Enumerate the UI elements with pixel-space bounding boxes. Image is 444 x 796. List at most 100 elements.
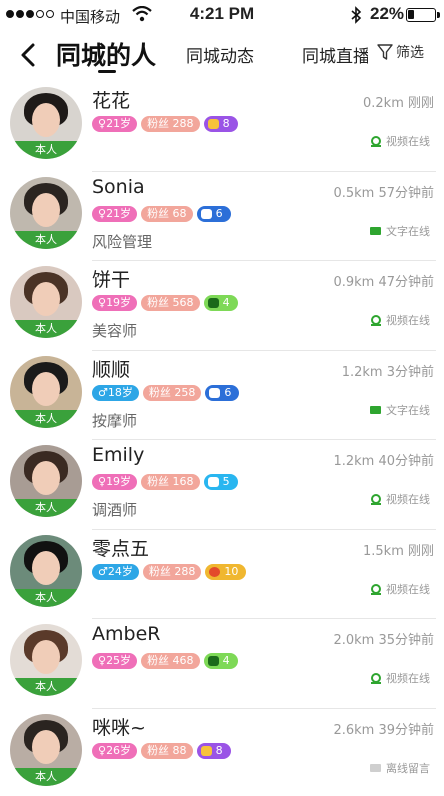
message-icon: [370, 226, 381, 235]
distance-time: 0.5km 57分钟前: [333, 185, 434, 201]
online-status: 文字在线: [370, 223, 430, 239]
battery-icon: [406, 8, 440, 22]
male-icon: ♂: [98, 564, 108, 578]
user-badges: ♀21岁 粉丝 288 8: [92, 116, 238, 132]
online-status: 文字在线: [370, 402, 430, 418]
age-badge: ♀21岁: [92, 116, 138, 132]
user-name: 花花: [92, 90, 131, 112]
user-row[interactable]: 本人 咪咪~ ♀26岁 粉丝 88 8 2.6km 39分钟前 离线留言: [0, 709, 444, 796]
tab-nearby-people[interactable]: 同城的人: [56, 36, 156, 72]
user-row[interactable]: 本人 顺顺 ♂18岁 粉丝 258 6 按摩师 1.2km 3分钟前 文字在线: [0, 351, 444, 440]
avatar[interactable]: 本人: [10, 266, 82, 338]
avatar[interactable]: 本人: [10, 713, 82, 786]
user-badges: ♀19岁 粉丝 568 4: [92, 295, 238, 311]
user-row[interactable]: 本人 AmbeR ♀25岁 粉丝 468 4 2.0km 35分钟前 视频在线: [0, 619, 444, 709]
filter-label: 筛选: [396, 45, 424, 61]
fans-badge: 粉丝 168: [141, 474, 200, 490]
level-badge: 6: [205, 384, 240, 401]
female-icon: ♀: [98, 743, 107, 757]
age-badge: ♀19岁: [92, 295, 138, 311]
user-name: Sonia: [92, 175, 145, 198]
female-icon: ♀: [98, 117, 107, 130]
user-row[interactable]: 本人 Sonia ♀21岁 粉丝 68 6 风险管理 0.5km 57分钟前 文…: [0, 172, 444, 261]
active-tab-indicator: [98, 70, 116, 73]
online-status: 视频在线: [371, 581, 430, 597]
distance-time: 2.6km 39分钟前: [333, 722, 434, 738]
online-status-label: 视频在线: [386, 314, 430, 327]
female-icon: ♀: [98, 206, 107, 220]
video-online-icon: [371, 136, 381, 147]
level-badge: 4: [203, 295, 238, 311]
avatar[interactable]: 本人: [10, 87, 82, 159]
gem-icon: [209, 566, 221, 577]
self-tag: 本人: [10, 678, 82, 696]
user-row[interactable]: 本人 Emily ♀19岁 粉丝 168 5 调酒师 1.2km 40分钟前 视…: [0, 440, 444, 530]
gem-icon: [207, 656, 219, 666]
online-status-label: 视频在线: [386, 493, 430, 506]
level-badge: 4: [203, 653, 238, 669]
age-badge: ♀26岁: [92, 742, 138, 759]
tab-nearby-live[interactable]: 同城直播: [302, 42, 368, 67]
self-tag: 本人: [10, 588, 82, 607]
male-icon: ♂: [98, 385, 108, 399]
user-row[interactable]: 本人 饼干 ♀19岁 粉丝 568 4 美容师 0.9km 47分钟前 视频在线: [0, 261, 444, 351]
distance-time: 0.9km 47分钟前: [333, 275, 434, 290]
user-row[interactable]: 本人 花花 ♀21岁 粉丝 288 8 0.2km 刚刚 视频在线: [0, 82, 444, 172]
level-badge: 8: [203, 116, 238, 132]
user-badges: ♂18岁 粉丝 258 6: [92, 384, 240, 401]
bluetooth-icon: [351, 6, 362, 24]
distance-time: 2.0km 35分钟前: [333, 633, 434, 648]
fans-badge: 粉丝 68: [141, 205, 193, 222]
top-nav: 同城的人 同城动态 同城直播 筛选: [0, 30, 444, 82]
user-badges: ♂24岁 粉丝 288 10: [92, 563, 247, 580]
user-row[interactable]: 本人 零点五 ♂24岁 粉丝 288 10 1.5km 刚刚 视频在线: [0, 530, 444, 619]
online-status-label: 视频在线: [386, 672, 430, 685]
online-status: 视频在线: [371, 491, 430, 507]
fans-badge: 粉丝 258: [142, 384, 202, 401]
user-name: 零点五: [92, 537, 150, 560]
online-status: 视频在线: [371, 670, 430, 686]
user-name: 咪咪~: [92, 716, 146, 739]
avatar[interactable]: 本人: [10, 534, 82, 607]
user-name: AmbeR: [92, 623, 161, 645]
gem-icon: [200, 208, 212, 219]
female-icon: ♀: [98, 654, 107, 667]
user-badges: ♀19岁 粉丝 168 5: [92, 474, 238, 490]
user-job: 风险管理: [92, 232, 153, 251]
distance-time: 1.5km 刚刚: [363, 543, 434, 559]
filter-icon: [377, 44, 393, 60]
self-tag: 本人: [10, 409, 82, 428]
online-status: 视频在线: [371, 312, 430, 328]
user-name: 饼干: [92, 269, 131, 291]
online-status: 离线留言: [370, 760, 430, 776]
fans-badge: 粉丝 568: [141, 295, 200, 311]
avatar[interactable]: 本人: [10, 445, 82, 517]
fans-badge: 粉丝 88: [141, 742, 193, 759]
self-tag: 本人: [10, 499, 82, 517]
video-online-icon: [371, 673, 381, 684]
filter-button[interactable]: 筛选: [376, 42, 424, 62]
avatar[interactable]: 本人: [10, 176, 82, 249]
user-job: 按摩师: [92, 411, 138, 430]
self-tag: 本人: [10, 141, 82, 159]
online-status-label: 文字在线: [386, 403, 430, 417]
self-tag: 本人: [10, 320, 82, 338]
user-badges: ♀26岁 粉丝 88 8: [92, 742, 231, 759]
gem-icon: [200, 745, 212, 756]
back-arrow-icon[interactable]: [14, 40, 44, 70]
age-badge: ♂24岁: [92, 563, 139, 580]
status-bar: 中国移动 4:21 PM 22%: [0, 0, 444, 30]
avatar[interactable]: 本人: [10, 624, 82, 696]
tab-nearby-feed[interactable]: 同城动态: [186, 42, 254, 67]
avatar[interactable]: 本人: [10, 355, 82, 428]
gem-icon: [207, 477, 219, 487]
message-icon: [370, 405, 381, 414]
user-job: 美容师: [92, 322, 138, 340]
distance-time: 0.2km 刚刚: [363, 96, 434, 111]
video-online-icon: [371, 315, 381, 326]
online-status-label: 视频在线: [386, 135, 430, 148]
self-tag: 本人: [10, 230, 82, 249]
gem-icon: [207, 119, 219, 129]
age-badge: ♀21岁: [92, 205, 138, 222]
fans-badge: 粉丝 468: [141, 653, 200, 669]
